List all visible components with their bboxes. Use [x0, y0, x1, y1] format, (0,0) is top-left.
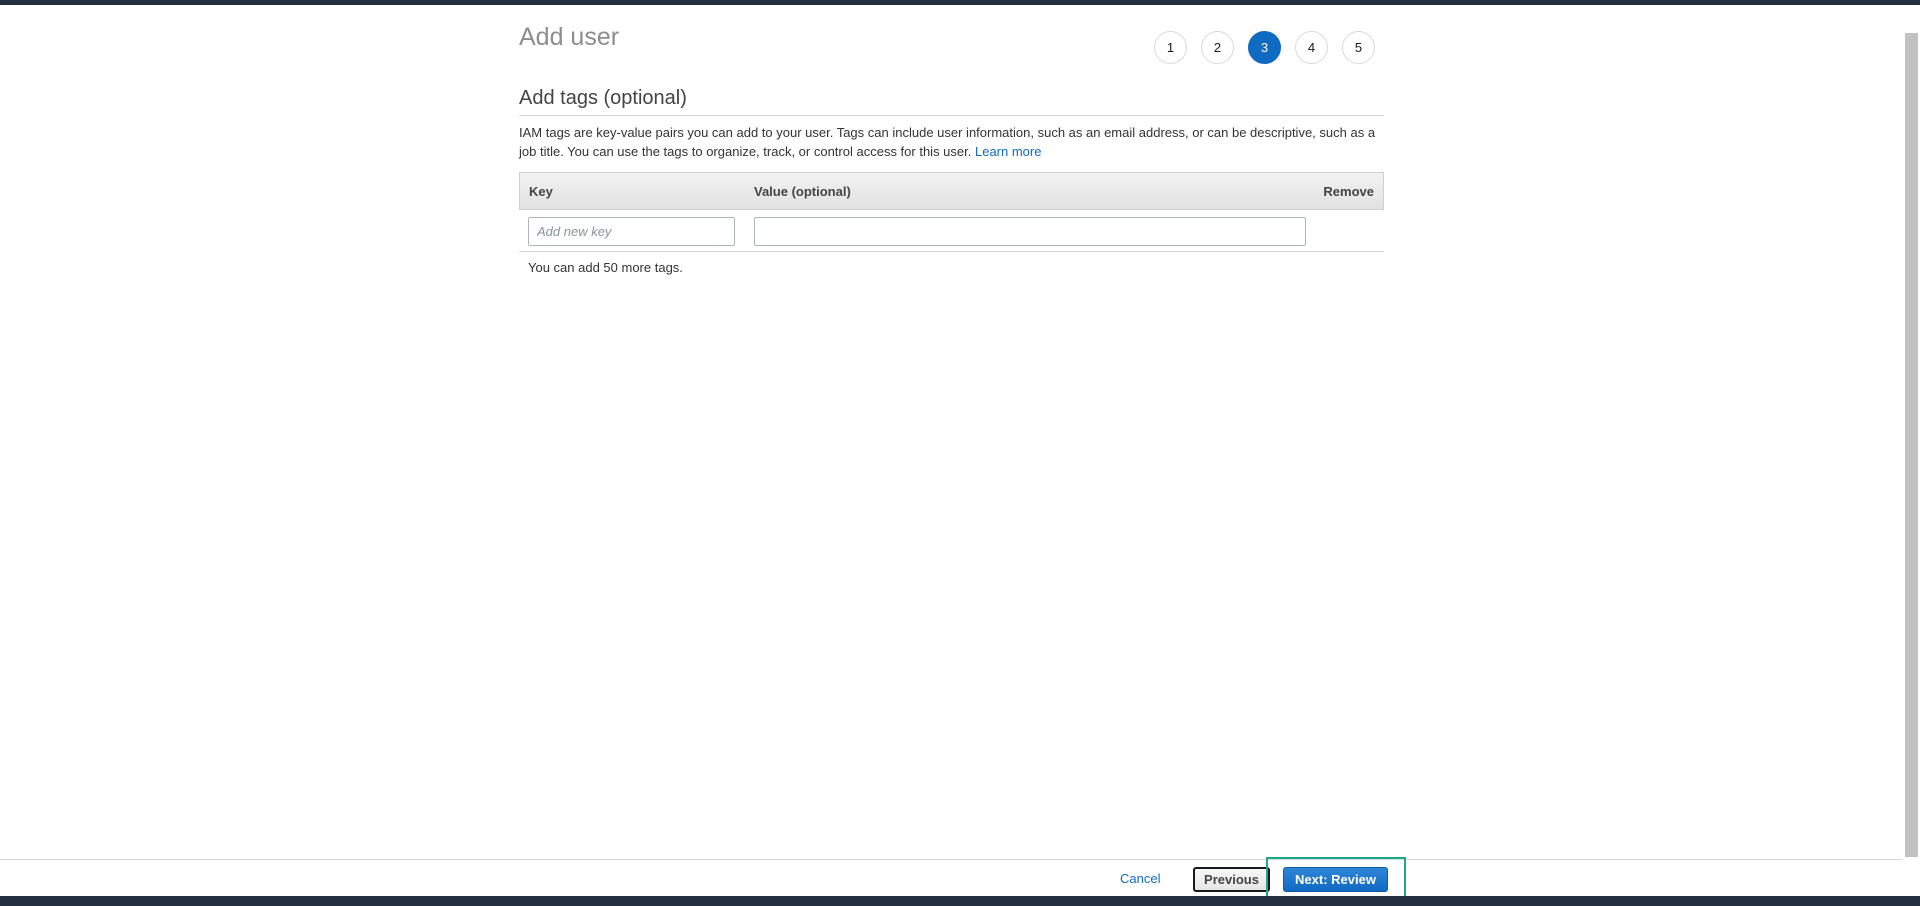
- tags-table-header: Key Value (optional) Remove: [519, 172, 1384, 210]
- previous-button[interactable]: Previous: [1193, 867, 1270, 892]
- section-title: Add tags (optional): [519, 87, 687, 109]
- tag-value-input[interactable]: [754, 217, 1306, 246]
- table-row: [519, 210, 1384, 252]
- header-key: Key: [529, 184, 553, 199]
- cancel-button[interactable]: Cancel: [1120, 871, 1160, 886]
- wizard-footer: Cancel Previous Next: Review: [0, 859, 1902, 896]
- learn-more-link[interactable]: Learn more: [975, 144, 1041, 159]
- scrollbar-thumb[interactable]: [1905, 33, 1918, 857]
- tag-key-input[interactable]: [528, 217, 735, 246]
- step-4[interactable]: 4: [1295, 31, 1328, 64]
- tags-remaining-text: You can add 50 more tags.: [528, 260, 683, 275]
- step-5[interactable]: 5: [1342, 31, 1375, 64]
- bottom-footer-strip: [0, 896, 1920, 906]
- section-description: IAM tags are key-value pairs you can add…: [519, 123, 1384, 161]
- section-divider: [519, 115, 1384, 116]
- step-3-active[interactable]: 3: [1248, 31, 1281, 64]
- step-1[interactable]: 1: [1154, 31, 1187, 64]
- step-2[interactable]: 2: [1201, 31, 1234, 64]
- header-value: Value (optional): [754, 184, 851, 199]
- wizard-stepper: 1 2 3 4 5: [1154, 31, 1375, 64]
- top-header-strip: [0, 0, 1920, 5]
- header-remove: Remove: [1323, 184, 1374, 199]
- tags-table: Key Value (optional) Remove: [519, 172, 1384, 252]
- page-title: Add user: [519, 23, 620, 51]
- description-text: IAM tags are key-value pairs you can add…: [519, 125, 1376, 159]
